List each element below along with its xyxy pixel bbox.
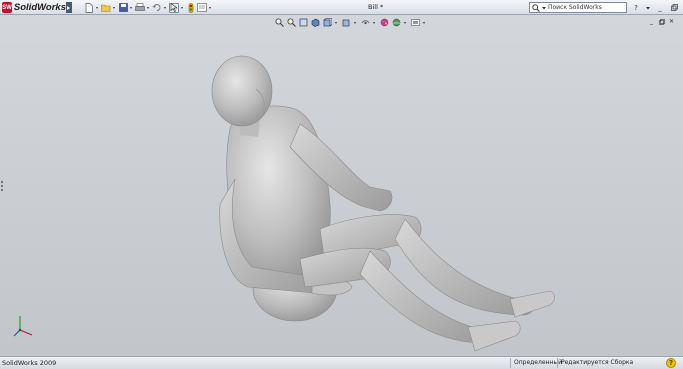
help-icon[interactable]: ? [632, 4, 640, 12]
app-name: SolidWorks [13, 2, 66, 13]
view-orientation-icon[interactable] [322, 18, 332, 28]
previous-view-icon[interactable] [298, 18, 308, 28]
reference-triad [13, 316, 33, 337]
title-bar: SW SolidWorks Bill * Поиск SolidWorks ? … [0, 0, 683, 15]
edit-appearance-icon[interactable] [379, 18, 389, 28]
document-window-controls: _ ✕ [648, 18, 675, 25]
options-dropdown[interactable] [208, 3, 213, 13]
window-controls: ? _ ✕ [632, 2, 683, 13]
status-definition: Определенный [510, 358, 562, 368]
status-editing-mode: Редактируется Сборка [557, 358, 633, 368]
apply-scene-icon[interactable] [391, 18, 401, 28]
minimize-icon[interactable]: _ [656, 4, 664, 12]
hide-show-dropdown[interactable] [372, 18, 377, 28]
search-input[interactable]: Поиск SolidWorks [548, 4, 602, 11]
hide-show-icon[interactable] [360, 18, 370, 28]
save-dropdown[interactable] [129, 3, 134, 13]
mannequin-model[interactable] [190, 29, 560, 354]
view-settings-dropdown[interactable] [422, 18, 427, 28]
rebuild-icon[interactable] [186, 2, 196, 13]
zoom-to-fit-icon[interactable] [274, 18, 284, 28]
standard-toolbar [84, 2, 213, 13]
apply-scene-dropdown[interactable] [403, 18, 408, 28]
options-icon[interactable] [197, 3, 207, 13]
graphics-area[interactable]: _ ✕ [0, 15, 683, 356]
doc-minimize-icon[interactable]: _ [648, 18, 655, 25]
select-icon[interactable] [169, 2, 179, 13]
section-view-icon[interactable] [310, 18, 320, 28]
doc-close-icon[interactable]: ✕ [668, 18, 675, 25]
view-orientation-dropdown[interactable] [334, 18, 339, 28]
solidworks-logo-icon: SW [2, 2, 12, 13]
menu-expand-arrow[interactable] [66, 2, 72, 13]
new-document-icon[interactable] [84, 2, 94, 13]
search-icon [532, 3, 540, 12]
search-dropdown-icon[interactable] [542, 6, 546, 10]
status-help-icon[interactable]: ? [666, 358, 676, 368]
select-dropdown[interactable] [180, 3, 185, 13]
zoom-area-icon[interactable] [286, 18, 296, 28]
undo-icon[interactable] [152, 3, 162, 13]
heads-up-view-toolbar [274, 17, 427, 28]
feature-manager-expand-handle[interactable] [0, 180, 4, 194]
print-icon[interactable] [135, 3, 145, 13]
restore-icon[interactable] [670, 4, 678, 12]
search-box[interactable]: Поиск SolidWorks [529, 2, 627, 13]
view-settings-icon[interactable] [410, 18, 420, 28]
new-dropdown[interactable] [95, 3, 100, 13]
document-title: Bill * [368, 3, 384, 11]
help-dropdown-icon[interactable] [646, 6, 650, 10]
print-dropdown[interactable] [146, 3, 151, 13]
status-bar: SolidWorks 2009 Определенный Редактирует… [0, 356, 683, 369]
solidworks-logo[interactable]: SW SolidWorks [2, 1, 66, 14]
doc-restore-icon[interactable] [658, 18, 665, 25]
save-icon[interactable] [118, 3, 128, 13]
undo-dropdown[interactable] [163, 3, 168, 13]
display-style-icon[interactable] [341, 18, 351, 28]
display-style-dropdown[interactable] [353, 18, 358, 28]
open-icon[interactable] [101, 3, 111, 13]
status-version: SolidWorks 2009 [2, 359, 57, 367]
open-dropdown[interactable] [112, 3, 117, 13]
